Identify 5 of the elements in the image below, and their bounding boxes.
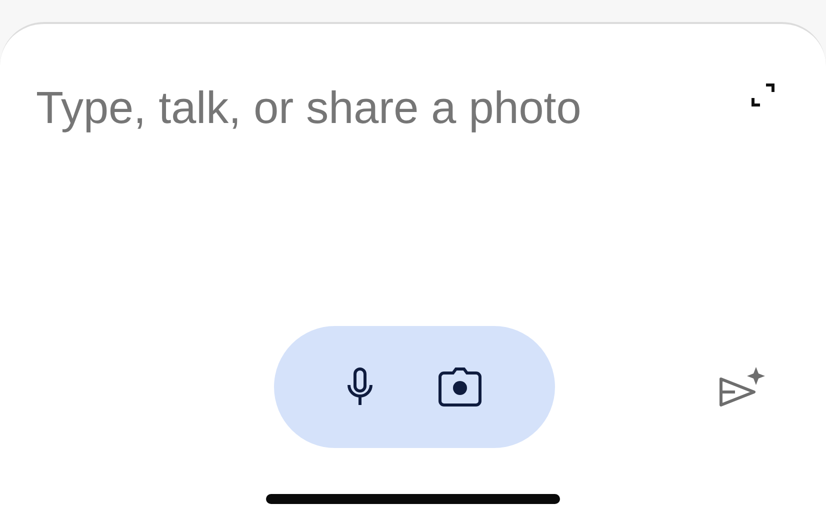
send-icon[interactable] [718, 365, 766, 409]
camera-icon[interactable] [437, 367, 484, 407]
microphone-icon[interactable] [346, 367, 374, 407]
message-input[interactable]: Type, talk, or share a photo [36, 78, 750, 138]
expand-icon[interactable] [750, 82, 776, 108]
